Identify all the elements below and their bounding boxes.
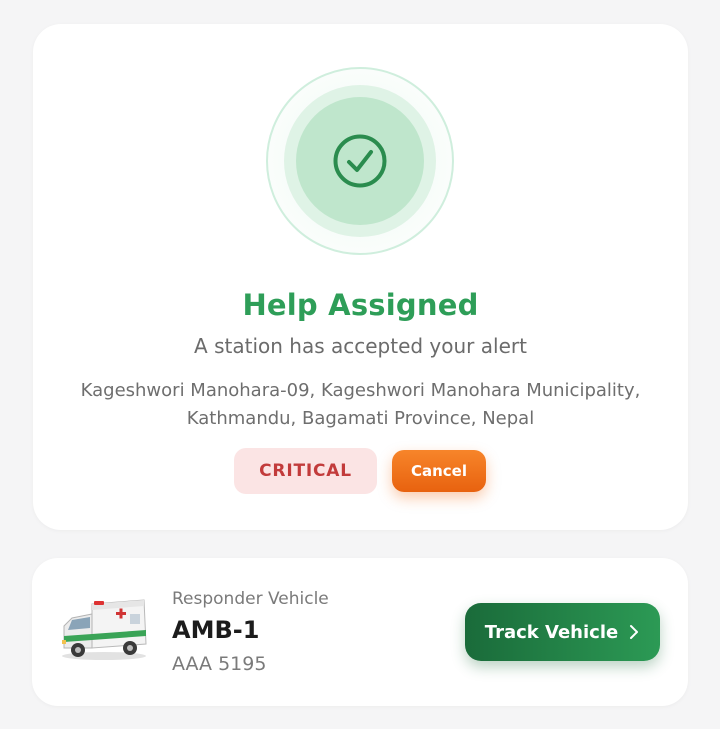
track-vehicle-label: Track Vehicle (484, 621, 619, 643)
track-vehicle-button[interactable]: Track Vehicle (465, 603, 660, 661)
address-line-1: Kageshwori Manohara-09, Kageshwori Manoh… (80, 380, 641, 401)
vehicle-id: AMB-1 (172, 616, 260, 644)
vehicle-label: Responder Vehicle (172, 589, 329, 609)
status-card: Help Assigned A station has accepted you… (33, 24, 688, 530)
priority-badge: CRITICAL (234, 448, 377, 494)
page: Help Assigned A station has accepted you… (0, 0, 720, 729)
success-halo-inner (296, 97, 424, 225)
cancel-button[interactable]: Cancel (392, 450, 486, 492)
vehicle-plate: AAA 5195 (172, 653, 267, 675)
chevron-right-icon (630, 625, 639, 639)
vehicle-card: Responder Vehicle AMB-1 AAA 5195 Track V… (32, 558, 688, 706)
status-subtitle: A station has accepted your alert (194, 334, 527, 358)
success-halo (266, 67, 454, 255)
incident-address: Kageshwori Manohara-09, Kageshwori Manoh… (53, 377, 668, 433)
status-title: Help Assigned (242, 288, 479, 322)
address-line-2: Kathmandu, Bagamati Province, Nepal (186, 408, 535, 429)
success-halo-mid (284, 85, 436, 237)
ambulance-image (62, 599, 147, 660)
check-circle-icon (333, 134, 387, 188)
